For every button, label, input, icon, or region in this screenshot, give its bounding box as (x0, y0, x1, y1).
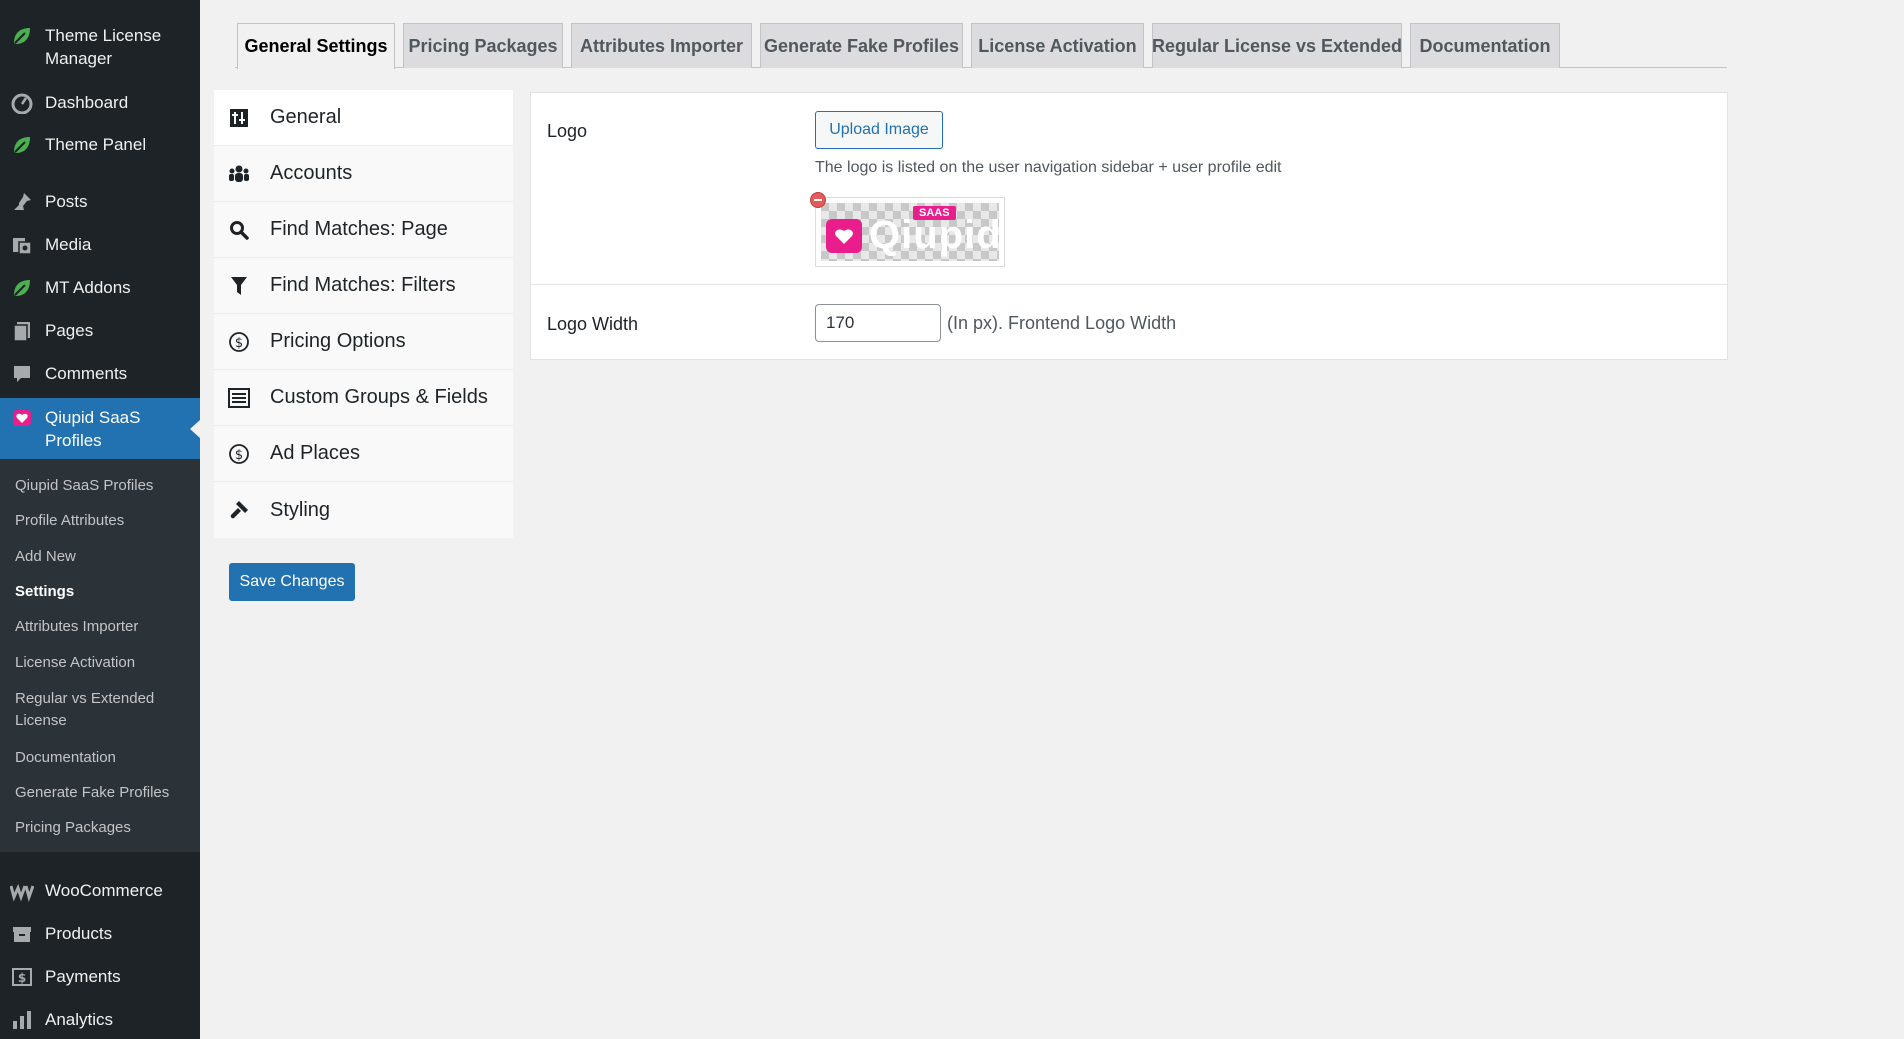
upload-image-button[interactable]: Upload Image (815, 111, 943, 149)
menu-comments[interactable]: Comments (0, 362, 200, 386)
row-divider (531, 284, 1727, 285)
section-find-matches-page[interactable]: Find Matches: Page (214, 202, 513, 258)
users-icon (228, 163, 250, 185)
tab-generate-fake-profiles[interactable]: Generate Fake Profiles (760, 23, 963, 68)
list-icon (228, 387, 250, 409)
logo-badge: SAAS (913, 206, 956, 220)
tab-license-activation[interactable]: License Activation (971, 23, 1144, 68)
section-label: General (270, 106, 342, 128)
submenu-item-generate-fake-profiles[interactable]: Generate Fake Profiles (15, 782, 195, 804)
section-label: Find Matches: Page (270, 218, 448, 240)
menu-woocommerce[interactable]: WooCommerce (0, 879, 200, 903)
woocommerce-icon (10, 879, 34, 903)
logo-preview-image: Qiupid SAAS (821, 203, 1001, 261)
submenu-item-settings[interactable]: Settings (15, 581, 195, 603)
submenu-item-add-new[interactable]: Add New (15, 546, 195, 568)
logo-width-input[interactable] (815, 304, 941, 342)
leaf-icon (10, 133, 34, 157)
section-custom-groups-fields[interactable]: Custom Groups & Fields (214, 370, 513, 426)
menu-qiupid-saas-profiles[interactable]: Qiupid SaaS Profiles (0, 398, 200, 459)
settings-section-list: General Accounts Find Matches: Page Find… (214, 90, 513, 538)
section-label: Pricing Options (270, 330, 406, 352)
submenu-item-attributes-importer[interactable]: Attributes Importer (15, 616, 195, 638)
menu-media[interactable]: Media (0, 233, 200, 257)
leaf-icon (10, 276, 34, 300)
heart-icon (10, 406, 34, 430)
section-ad-places[interactable]: $ Ad Places (214, 426, 513, 482)
menu-dashboard[interactable]: Dashboard (0, 91, 200, 115)
submenu-qiupid: Qiupid SaaS Profiles Profile Attributes … (0, 459, 200, 852)
submenu-item-qiupid-saas-profiles[interactable]: Qiupid SaaS Profiles (15, 475, 195, 497)
admin-sidebar: Theme License Manager Dashboard Theme Pa… (0, 0, 200, 1039)
search-icon (228, 219, 250, 241)
save-changes-button[interactable]: Save Changes (229, 563, 355, 601)
svg-text:$: $ (18, 971, 26, 985)
tab-documentation[interactable]: Documentation (1410, 23, 1560, 68)
menu-pages[interactable]: Pages (0, 319, 200, 343)
section-find-matches-filters[interactable]: Find Matches: Filters (214, 258, 513, 314)
current-menu-arrow (190, 419, 200, 438)
menu-payments[interactable]: $ Payments (0, 965, 200, 989)
general-settings-panel: Logo Upload Image The logo is listed on … (530, 92, 1728, 360)
logo-width-hint: (In px). Frontend Logo Width (947, 313, 1177, 333)
submenu-item-license-activation[interactable]: License Activation (15, 652, 195, 674)
tab-attributes-importer[interactable]: Attributes Importer (571, 23, 752, 68)
dashboard-icon (10, 91, 34, 115)
menu-theme-license-manager[interactable]: Theme License Manager (0, 24, 200, 70)
tab-general-settings[interactable]: General Settings (237, 23, 395, 69)
svg-text:$: $ (235, 448, 243, 463)
menu-analytics[interactable]: Analytics (0, 1008, 200, 1032)
section-label: Ad Places (270, 442, 361, 464)
section-label: Styling (270, 498, 331, 521)
section-accounts[interactable]: Accounts (214, 146, 513, 202)
section-styling[interactable]: Styling (214, 482, 513, 538)
pin-icon (10, 190, 34, 214)
tab-pricing-packages[interactable]: Pricing Packages (403, 23, 563, 68)
section-pricing-options[interactable]: $ Pricing Options (214, 314, 513, 370)
submenu-item-profile-attributes[interactable]: Profile Attributes (15, 510, 195, 532)
submenu-item-pricing-packages[interactable]: Pricing Packages (15, 817, 195, 839)
settings-tabs: General Settings Pricing Packages Attrib… (235, 23, 1727, 69)
logo-preview: Qiupid SAAS (810, 192, 1005, 267)
pages-icon (10, 319, 34, 343)
archive-icon (10, 922, 34, 946)
media-icon (10, 233, 34, 257)
dollar-circle-icon: $ (228, 331, 250, 353)
menu-theme-panel[interactable]: Theme Panel (0, 133, 200, 157)
section-general[interactable]: General (214, 90, 513, 146)
logo-label: Logo (547, 121, 588, 141)
section-label: Accounts (270, 162, 353, 184)
brush-icon (228, 499, 250, 521)
dollar-circle-icon: $ (228, 443, 250, 465)
comment-icon (10, 362, 34, 386)
remove-logo-icon[interactable] (810, 192, 826, 208)
leaf-icon (10, 24, 34, 48)
submenu-item-regular-vs-extended[interactable]: Regular vs Extended License (15, 688, 195, 732)
tab-regular-license-vs-extended[interactable]: Regular License vs Extended (1152, 23, 1402, 68)
menu-products[interactable]: Products (0, 922, 200, 946)
submenu-item-documentation[interactable]: Documentation (15, 747, 195, 769)
heart-icon (826, 219, 862, 253)
menu-posts[interactable]: Posts (0, 190, 200, 214)
svg-text:$: $ (235, 336, 243, 351)
dollar-icon: $ (10, 965, 34, 989)
bar-chart-icon (10, 1008, 34, 1032)
filter-icon (228, 275, 250, 297)
logo-description: The logo is listed on the user navigatio… (815, 159, 1282, 176)
section-label: Custom Groups & Fields (270, 386, 488, 408)
menu-mt-addons[interactable]: MT Addons (0, 276, 200, 300)
sliders-icon (228, 107, 250, 129)
logo-width-label: Logo Width (547, 314, 639, 334)
section-label: Find Matches: Filters (270, 274, 456, 296)
